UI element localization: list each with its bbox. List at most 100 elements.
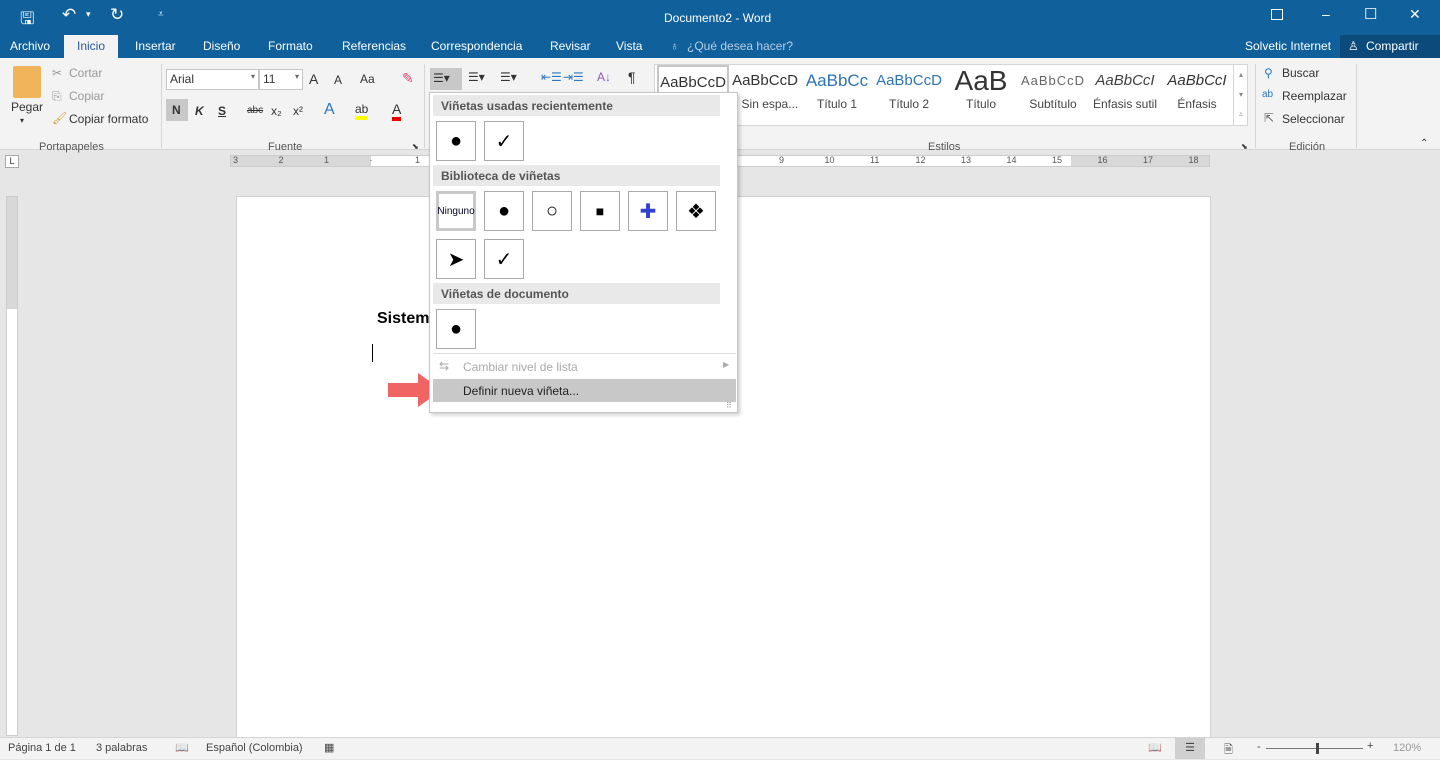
highlight-icon[interactable]: ab	[355, 102, 369, 120]
bullet-option-circle[interactable]: ○	[532, 191, 572, 231]
font-name-select[interactable]: Arial ▾	[166, 69, 259, 90]
bullet-option-none[interactable]: Ninguno	[436, 191, 476, 231]
font-color-icon[interactable]: A	[392, 101, 402, 121]
tab-correspondencia[interactable]: Correspondencia	[431, 39, 522, 53]
read-mode-icon[interactable]: 📖	[1148, 741, 1162, 754]
multilevel-list-button[interactable]: ☰▾	[500, 70, 517, 84]
submenu-arrow-icon: ▶	[723, 360, 730, 369]
document-text[interactable]: Sistem	[377, 310, 429, 328]
styles-scroll[interactable]: ▴ ▾ ⩡	[1233, 65, 1248, 125]
bullet-option-check[interactable]: ✓	[484, 121, 524, 161]
change-case-button[interactable]: Aa	[360, 72, 375, 86]
styles-dialog-launcher-icon[interactable]: ⬊	[1241, 142, 1248, 151]
font-dialog-launcher-icon[interactable]: ⬊	[412, 142, 419, 151]
bullet-option-square[interactable]: ■	[580, 191, 620, 231]
change-list-level-item: ⇆ Cambiar nivel de lista ▶	[433, 355, 736, 378]
bullets-button[interactable]: ☰▾	[430, 68, 462, 90]
bullet-option-check[interactable]: ✓	[484, 239, 524, 279]
tab-formato[interactable]: Formato	[268, 39, 313, 53]
macro-icon[interactable]: ▦	[324, 741, 334, 754]
user-name[interactable]: Solvetic Internet	[1245, 39, 1331, 53]
cut-button[interactable]: Cortar	[69, 66, 102, 80]
web-layout-icon[interactable]: 🗎	[1224, 741, 1233, 760]
ruler-label: 13	[961, 155, 972, 165]
bullet-option-arrow[interactable]: ➤	[436, 239, 476, 279]
tab-vista[interactable]: Vista	[616, 39, 642, 53]
paste-dropdown-icon[interactable]: ▾	[20, 116, 24, 125]
tab-archivo[interactable]: Archivo	[10, 39, 50, 53]
strikethrough-button[interactable]: abc	[247, 105, 263, 116]
font-size-select[interactable]: 11 ▾	[259, 69, 303, 90]
paste-icon[interactable]	[13, 66, 41, 98]
style-name: Énfasis	[1177, 97, 1217, 111]
style-enfasis[interactable]: AaBbCcI Énfasis	[1161, 65, 1233, 111]
tab-inicio[interactable]: Inicio	[64, 35, 119, 58]
customize-icon[interactable]: ⩡	[158, 9, 164, 20]
collapse-ribbon-icon[interactable]: ⌃	[1420, 138, 1428, 149]
save-icon[interactable]: 🖫	[20, 6, 34, 35]
redo-icon[interactable]: ↻	[110, 5, 124, 25]
zoom-slider[interactable]	[1266, 743, 1363, 754]
tell-me-input[interactable]: ¿Qué desea hacer?	[687, 39, 793, 53]
maximize-button[interactable]: ☐	[1364, 5, 1377, 23]
tab-diseno[interactable]: Diseño	[203, 39, 240, 53]
decrease-indent-icon[interactable]: ⇤☰	[541, 70, 562, 84]
find-button[interactable]: Buscar	[1282, 66, 1319, 80]
numbering-button[interactable]: ☰▾	[468, 70, 485, 84]
select-button[interactable]: Seleccionar	[1282, 112, 1345, 126]
grow-font-button[interactable]: A	[309, 71, 318, 87]
subscript-button[interactable]: x₂	[271, 104, 282, 118]
page-count[interactable]: Página 1 de 1	[8, 742, 76, 754]
close-button[interactable]: ✕	[1409, 6, 1421, 23]
zoom-out-button[interactable]: -	[1257, 741, 1261, 753]
style-name: Énfasis sutil	[1092, 97, 1158, 111]
style-name: Subtítulo	[1029, 97, 1077, 111]
proofing-icon[interactable]: 📖	[175, 741, 189, 754]
increase-indent-icon[interactable]: ⇥☰	[563, 70, 584, 84]
word-count[interactable]: 3 palabras	[96, 742, 147, 754]
bullet-option-dot[interactable]: ●	[436, 121, 476, 161]
zoom-slider-thumb[interactable]	[1315, 743, 1319, 754]
tab-referencias[interactable]: Referencias	[342, 39, 406, 53]
vertical-ruler[interactable]	[6, 196, 18, 736]
style-enfasis-sutil[interactable]: AaBbCcI Énfasis sutil	[1089, 65, 1161, 111]
underline-button[interactable]: S	[218, 104, 226, 118]
resize-grip-icon[interactable]: ⠿	[726, 401, 732, 410]
tab-revisar[interactable]: Revisar	[550, 39, 591, 53]
clear-format-icon[interactable]: ✎	[402, 70, 414, 87]
style-subtitulo[interactable]: AaBbCcD Subtítulo	[1017, 65, 1089, 111]
superscript-button[interactable]: x²	[293, 104, 303, 118]
language[interactable]: Español (Colombia)	[206, 742, 303, 754]
format-painter-button[interactable]: Copiar formato	[69, 112, 148, 126]
tab-insertar[interactable]: Insertar	[135, 39, 176, 53]
tab-selector-icon[interactable]: L	[5, 155, 19, 168]
style-titulo-1[interactable]: AaBbCc Título 1	[801, 65, 873, 111]
zoom-in-button[interactable]: +	[1367, 740, 1373, 752]
person-icon: ♙	[1348, 39, 1359, 53]
bold-button[interactable]: N	[166, 99, 188, 121]
bullet-option-dot[interactable]: ●	[484, 191, 524, 231]
style-name: Título	[965, 97, 996, 111]
bullet-option-diamonds[interactable]: ❖	[676, 191, 716, 231]
define-new-bullet-item[interactable]: Definir nueva viñeta...	[433, 379, 736, 402]
undo-icon[interactable]: ↶	[62, 5, 76, 25]
bullet-option-cross[interactable]: ✚	[628, 191, 668, 231]
undo-dropdown-icon[interactable]: ▾	[86, 9, 91, 20]
style-sin-espaciado[interactable]: AaBbCcD ¶ Sin espa...	[729, 65, 801, 111]
text-effects-icon[interactable]: A	[324, 101, 335, 119]
shrink-font-button[interactable]: A	[334, 73, 342, 87]
zoom-level[interactable]: 120%	[1393, 742, 1421, 754]
show-formatting-button[interactable]: ¶	[628, 69, 636, 85]
sort-icon[interactable]: A↓	[597, 70, 611, 84]
italic-button[interactable]: K	[195, 104, 204, 118]
paste-button[interactable]: Pegar	[11, 100, 43, 114]
bullet-option-dot[interactable]: ●	[436, 309, 476, 349]
style-titulo[interactable]: AaB Título	[945, 65, 1017, 111]
ribbon-display-icon[interactable]	[1271, 9, 1283, 20]
style-titulo-2[interactable]: AaBbCcD Título 2	[873, 65, 945, 111]
copy-button[interactable]: Copiar	[69, 89, 104, 103]
share-button[interactable]: ♙ Compartir	[1340, 35, 1440, 58]
replace-button[interactable]: Reemplazar	[1282, 89, 1347, 103]
print-layout-icon[interactable]: ☰	[1175, 738, 1205, 759]
minimize-button[interactable]: –	[1322, 6, 1330, 22]
